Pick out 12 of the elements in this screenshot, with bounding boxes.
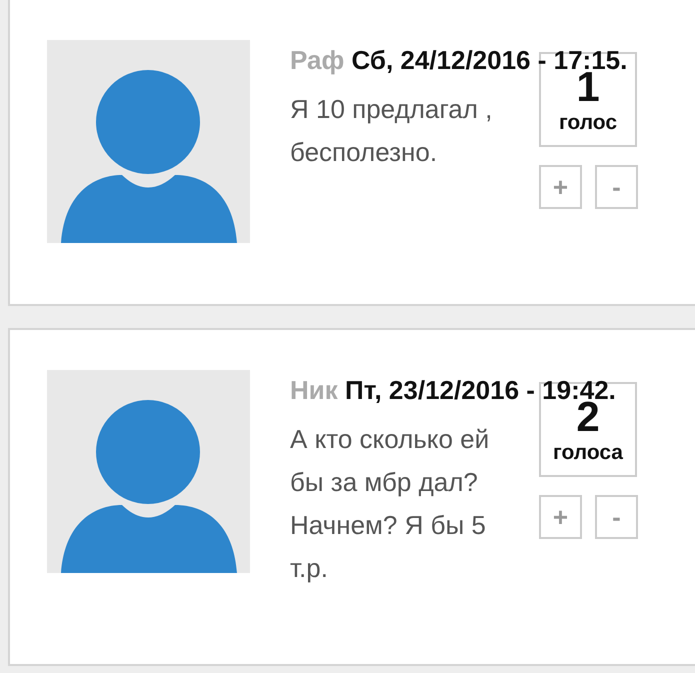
vote-label: голос: [558, 110, 618, 136]
author-name[interactable]: Раф: [290, 45, 344, 75]
comment-text: А кто сколько ей бы за мбр дал? Начнем? Я бы 5 т.р.: [290, 423, 490, 585]
downvote-button[interactable]: -: [595, 495, 638, 539]
author-name[interactable]: Ник: [290, 375, 338, 405]
comment-text: Я 10 предлагал , бесполезно.: [290, 93, 492, 169]
downvote-button[interactable]: -: [595, 165, 638, 209]
avatar-icon: [47, 370, 250, 573]
upvote-button[interactable]: +: [539, 165, 582, 209]
avatar-icon: [47, 40, 250, 243]
vote-label: голоса: [552, 440, 624, 466]
upvote-button[interactable]: +: [539, 495, 582, 539]
